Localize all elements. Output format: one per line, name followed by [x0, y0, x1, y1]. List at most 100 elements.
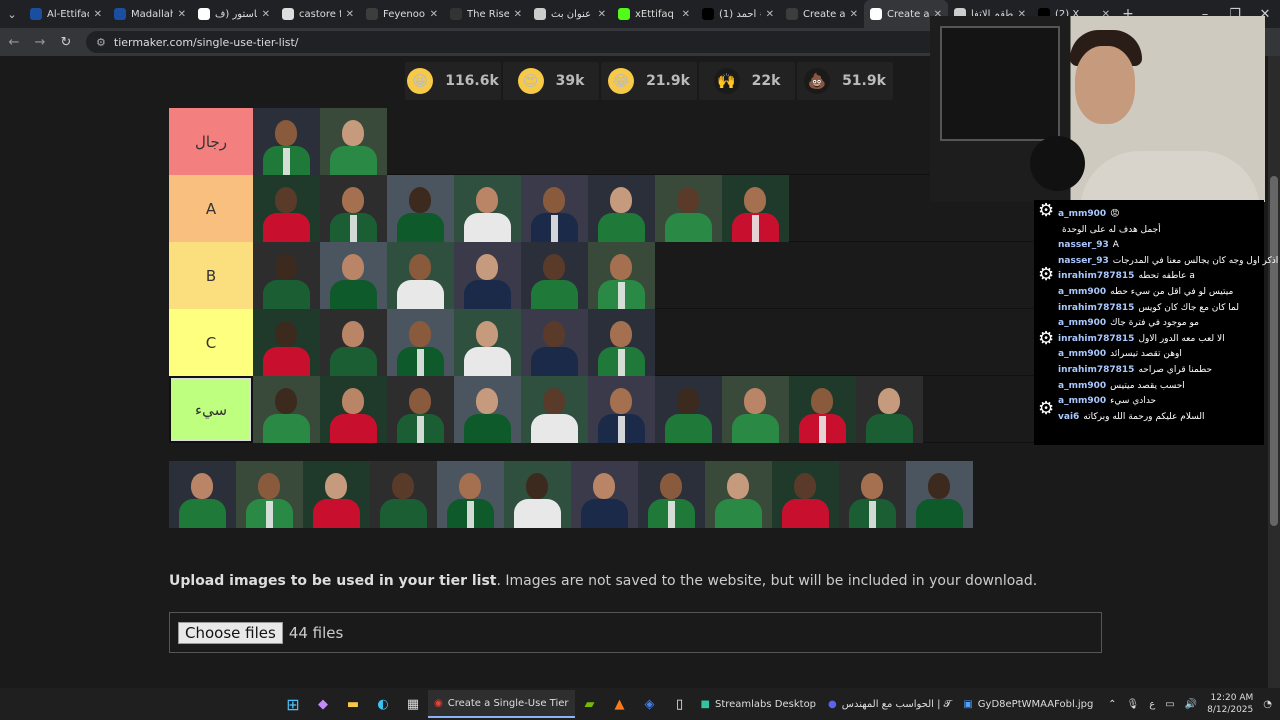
tier-image-player[interactable] [454, 242, 521, 309]
tier-image-player[interactable] [387, 309, 454, 376]
browser-tab[interactable]: Al-Ettifaq ✕ [24, 0, 108, 28]
reaction-button[interactable]: 💩 51.9k [797, 62, 893, 100]
tab-close-icon[interactable]: ✕ [346, 9, 354, 20]
taskbar-app-streamlabs[interactable]: ■ Streamlabs Desktop [695, 690, 823, 718]
notifications-icon[interactable]: ◔ [1263, 699, 1272, 710]
tab-search-icon[interactable]: ⌄ [0, 0, 24, 28]
reaction-button[interactable]: 🙌 22k [699, 62, 795, 100]
tier-image-player[interactable] [387, 242, 454, 309]
nvidia-icon[interactable]: ▰ [576, 690, 604, 718]
tier-image-player[interactable] [588, 242, 655, 309]
reaction-button[interactable]: 😂 21.9k [601, 62, 697, 100]
tab-close-icon[interactable]: ✕ [94, 9, 102, 20]
tier-image-player[interactable] [454, 376, 521, 443]
copilot-icon[interactable]: ◆ [309, 690, 337, 718]
pool-image-player[interactable] [236, 461, 303, 528]
tier-image-player[interactable] [521, 376, 588, 443]
forward-icon[interactable]: → [28, 30, 52, 54]
choose-files-button[interactable]: Choose files [178, 621, 283, 644]
tab-close-icon[interactable]: ✕ [178, 9, 186, 20]
page-scrollbar[interactable] [1268, 56, 1280, 688]
tab-close-icon[interactable]: ✕ [850, 9, 858, 20]
tier-image-player[interactable] [387, 175, 454, 242]
tier-label[interactable]: B [169, 242, 253, 309]
pool-image-player[interactable] [169, 461, 236, 528]
browser-tab[interactable]: xEttifaq St ✕ [612, 0, 696, 28]
tier-image-player[interactable] [253, 108, 320, 175]
chevron-up-icon[interactable]: ⌃ [1108, 699, 1116, 710]
pool-image-player[interactable] [705, 461, 772, 528]
tier-image-player[interactable] [320, 175, 387, 242]
taskbar-app-photos[interactable]: ▣ GyD8ePtWMAAFobl.jpg [957, 690, 1099, 718]
tier-image-player[interactable] [454, 175, 521, 242]
tab-close-icon[interactable]: ✕ [766, 9, 774, 20]
keyboard-language[interactable]: ع [1149, 699, 1155, 710]
pool-image-player[interactable] [370, 461, 437, 528]
pool-image-player[interactable] [906, 461, 973, 528]
notepad-icon[interactable]: ▯ [666, 690, 694, 718]
edge-icon[interactable]: ◐ [369, 690, 397, 718]
browser-tab[interactable]: Create a N ✕ [780, 0, 864, 28]
taskbar-clock[interactable]: 12:20 AM 8/12/2025 [1207, 692, 1253, 716]
tier-image-player[interactable] [655, 175, 722, 242]
tier-image-player[interactable] [722, 175, 789, 242]
tier-image-player[interactable] [722, 376, 789, 443]
browser-tab[interactable]: castore fo ✕ [276, 0, 360, 28]
tier-image-player[interactable] [856, 376, 923, 443]
volume-icon[interactable]: 🔊 [1185, 699, 1197, 710]
store-icon[interactable]: ▦ [399, 690, 427, 718]
tier-label[interactable]: C [169, 309, 253, 376]
pool-image-player[interactable] [504, 461, 571, 528]
pool-image-player[interactable] [839, 461, 906, 528]
tier-image-player[interactable] [521, 175, 588, 242]
browser-tab[interactable]: (1) أحمد # ✕ [696, 0, 780, 28]
pool-image-player[interactable] [638, 461, 705, 528]
tier-label[interactable]: رجال [169, 108, 253, 175]
reaction-button[interactable]: 😀 116.6k [405, 62, 501, 100]
tab-close-icon[interactable]: ✕ [430, 9, 438, 20]
scrollbar-thumb[interactable] [1270, 176, 1278, 526]
reload-icon[interactable]: ↻ [54, 30, 78, 54]
taskbar-app-chrome[interactable]: ◉ Create a Single-Use Tier [428, 690, 575, 718]
tier-image-player[interactable] [320, 242, 387, 309]
pool-image-player[interactable] [772, 461, 839, 528]
windows-start-icon[interactable]: ⊞ [279, 690, 307, 718]
browser-tab[interactable]: Madallah ✕ [108, 0, 192, 28]
tier-image-player[interactable] [521, 309, 588, 376]
tab-close-icon[interactable]: ✕ [598, 9, 606, 20]
reaction-button[interactable]: 😍 39k [503, 62, 599, 100]
tier-image-player[interactable] [521, 242, 588, 309]
tier-image-player[interactable] [588, 309, 655, 376]
pool-image-player[interactable] [571, 461, 638, 528]
tier-image-player[interactable] [655, 376, 722, 443]
tier-image-player[interactable] [253, 175, 320, 242]
browser-tab[interactable]: The Rise C ✕ [444, 0, 528, 28]
tier-image-player[interactable] [320, 108, 387, 175]
app-icon-blue[interactable]: ◈ [636, 690, 664, 718]
file-explorer-icon[interactable]: ▬ [339, 690, 367, 718]
site-info-icon[interactable]: ⚙ [96, 36, 106, 49]
tier-image-player[interactable] [253, 309, 320, 376]
browser-tab[interactable]: Feyenoord ✕ [360, 0, 444, 28]
taskbar-app-discord[interactable]: ● الحواسب مع المهندس | 𝓣 [822, 690, 957, 718]
tier-label[interactable]: A [169, 175, 253, 242]
app-icon-orange[interactable]: ▲ [606, 690, 634, 718]
tab-close-icon[interactable]: ✕ [682, 9, 690, 20]
browser-tab[interactable]: عنوان بث ✕ [528, 0, 612, 28]
tier-image-player[interactable] [588, 175, 655, 242]
tier-image-player[interactable] [253, 376, 320, 443]
pool-image-player[interactable] [437, 461, 504, 528]
pool-image-player[interactable] [303, 461, 370, 528]
tab-close-icon[interactable]: ✕ [514, 9, 522, 20]
network-icon[interactable]: ▭ [1165, 699, 1174, 710]
browser-tab[interactable]: كاستور (ف ✕ [192, 0, 276, 28]
tier-image-player[interactable] [253, 242, 320, 309]
tier-image-player[interactable] [320, 376, 387, 443]
tab-close-icon[interactable]: ✕ [262, 9, 270, 20]
tier-image-player[interactable] [454, 309, 521, 376]
tier-image-player[interactable] [387, 376, 454, 443]
tier-image-player[interactable] [789, 376, 856, 443]
tier-image-player[interactable] [588, 376, 655, 443]
tier-label[interactable]: سيء [169, 376, 253, 443]
tier-image-player[interactable] [320, 309, 387, 376]
